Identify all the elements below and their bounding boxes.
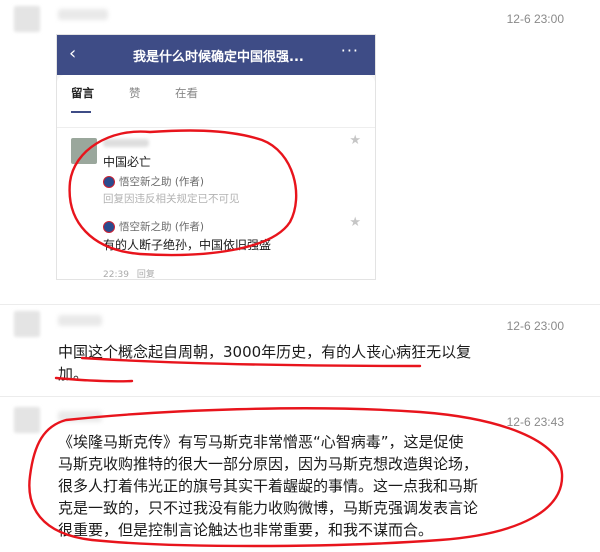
tab-comments: 留言	[71, 86, 94, 100]
star-icon: ★	[349, 133, 361, 148]
message-2: 12-6 23:00 中国这个概念起自周朝，3000年历史，有的人丧心病狂无以复…	[0, 304, 600, 397]
reply-text: 回复因违反相关规定已不可见	[103, 193, 240, 205]
screenshot-title: 我是什么时候确定中国很强...	[133, 50, 304, 65]
sender-name	[58, 9, 108, 20]
more-icon: ···	[340, 41, 359, 60]
screenshot-header: ‹ 我是什么时候确定中国很强... ···	[57, 35, 375, 75]
author-avatar-icon	[103, 221, 115, 233]
comment-time: 22:39	[103, 270, 129, 280]
divider	[57, 127, 375, 128]
comment-text: 中国必亡	[103, 155, 152, 169]
message-time: 12-6 23:43	[506, 415, 564, 429]
message-line: 很重要，但是控制言论触达也非常重要，和我不谋而合。	[58, 521, 434, 539]
message-line: 很多人打着伟光正的旗号其实干着龌龊的事情。这一点我和马斯	[58, 477, 479, 495]
message-line: 加。	[58, 365, 89, 383]
message-time: 12-6 23:00	[506, 319, 564, 333]
embedded-screenshot[interactable]: ‹ 我是什么时候确定中国很强... ··· 留言 赞 在看 ★ 中国必亡 悟空新…	[56, 34, 376, 280]
chevron-left-icon: ‹	[69, 43, 77, 64]
reply-text: 有的人断子绝孙，中国依旧强盛	[103, 238, 272, 252]
author-avatar-icon	[103, 176, 115, 188]
reply-author: 悟空新之助 (作者)	[119, 176, 205, 188]
avatar[interactable]	[14, 407, 40, 433]
message-line: 马斯克收购推特的很大一部分原因，因为马斯克想改造舆论场，	[58, 455, 479, 473]
message-time: 12-6 23:00	[506, 12, 564, 26]
star-icon: ★	[349, 215, 361, 230]
message-3: 12-6 23:43 《埃隆马斯克传》有写马斯克非常憎恶“心智病毒”，这是促使 …	[0, 396, 600, 552]
message-line: 中国这个概念起自周朝，3000年历史，有的人丧心病狂无以复	[58, 343, 472, 361]
tab-watching: 在看	[175, 86, 198, 100]
commenter-avatar	[71, 138, 97, 164]
message-line: 克是一致的，只不过我没有能力收购微博，马斯克强调发表言论	[58, 499, 479, 517]
message-1: 12-6 23:00 ‹ 我是什么时候确定中国很强... ··· 留言 赞 在看…	[0, 0, 600, 300]
reply-link: 回复	[136, 270, 155, 280]
avatar[interactable]	[14, 6, 40, 32]
avatar[interactable]	[14, 311, 40, 337]
message-line: 《埃隆马斯克传》有写马斯克非常憎恶“心智病毒”，这是促使	[58, 433, 464, 451]
sender-name	[58, 411, 102, 422]
tab-likes: 赞	[129, 86, 141, 100]
commenter-name	[103, 139, 149, 147]
comment-meta: 22:39 回复	[103, 267, 155, 280]
sender-name	[58, 315, 102, 326]
reply-author: 悟空新之助 (作者)	[119, 221, 205, 233]
tab-underline	[71, 111, 91, 113]
comments-panel: 留言 赞 在看 ★ 中国必亡 悟空新之助 (作者) 回复因违反相关规定已不可见 …	[57, 75, 375, 279]
